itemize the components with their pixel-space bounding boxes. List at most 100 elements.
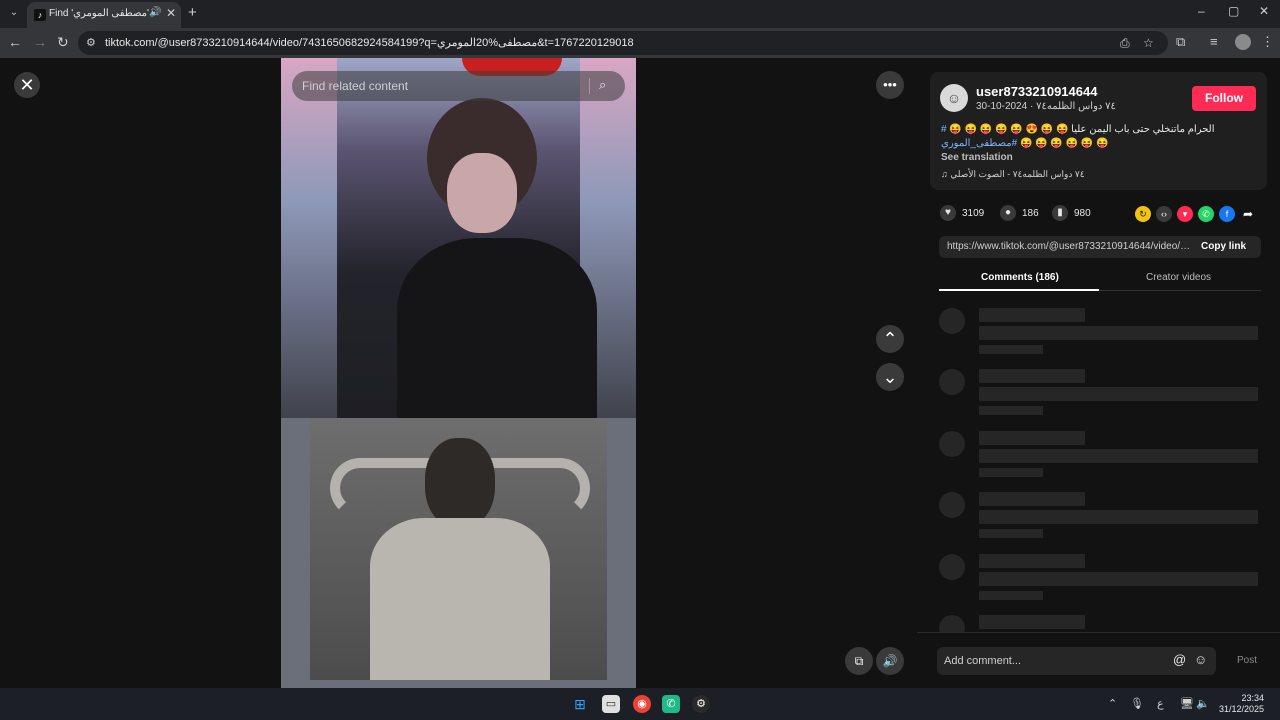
- comment-count: 186: [1022, 208, 1039, 219]
- comment-field[interactable]: @ ☺: [937, 647, 1216, 675]
- tab-close-icon[interactable]: ✕: [166, 6, 176, 20]
- see-translation-link[interactable]: See translation: [941, 152, 1013, 163]
- media-control-icon[interactable]: ≡: [1210, 34, 1218, 49]
- like-button[interactable]: ♥ 3109: [940, 204, 984, 224]
- man-body: [370, 518, 550, 680]
- skeleton-line: [979, 387, 1258, 401]
- like-count: 3109: [962, 208, 985, 219]
- video-info-card: ☺ user8733210914644 ٧٤ دواس الظلمه٧٤ · 2…: [930, 72, 1267, 190]
- music-link[interactable]: ♫ ٧٤ دواس الظلمه٧٤ - الصوت الأصلي: [941, 169, 1085, 180]
- video-link-url[interactable]: https://www.tiktok.com/@user873321091464…: [947, 241, 1192, 252]
- skeleton-avatar: [939, 554, 965, 580]
- follow-button[interactable]: Follow: [1192, 86, 1256, 111]
- skeleton-line: [979, 345, 1043, 354]
- previous-video-icon[interactable]: ⌃: [876, 325, 904, 353]
- whatsapp-icon[interactable]: ✆: [1198, 206, 1214, 222]
- hashtag-link[interactable]: #: [941, 124, 947, 135]
- minimize-button[interactable]: –: [1198, 4, 1205, 18]
- microphone-icon[interactable]: 🎙: [1130, 697, 1144, 710]
- caption-line-2: 😝 😝 😝 😝 😝 😝 #مصطفى_الموري: [941, 137, 1259, 151]
- more-options-icon[interactable]: •••: [876, 71, 904, 99]
- video-frame-bottom: [310, 418, 607, 680]
- bookmark-star-icon[interactable]: ☆: [1143, 36, 1154, 50]
- url-text[interactable]: tiktok.com/@user8733210914644/video/7431…: [105, 36, 634, 49]
- whatsapp-app-icon[interactable]: ✆: [662, 695, 680, 713]
- repost-icon[interactable]: ↻: [1135, 206, 1151, 222]
- restore-button[interactable]: ▢: [1228, 4, 1239, 18]
- site-info-icon[interactable]: ⚙: [86, 36, 96, 49]
- tab-comments[interactable]: Comments (186): [981, 272, 1059, 283]
- comment-input[interactable]: [944, 654, 1164, 668]
- embed-icon[interactable]: ‹›: [1156, 206, 1172, 222]
- search-input[interactable]: [302, 77, 582, 95]
- send-icon[interactable]: ▾: [1177, 206, 1193, 222]
- address-bar[interactable]: ⚙ tiktok.com/@user8733210914644/video/74…: [78, 31, 1168, 55]
- browser-tab-bar: ⌄ ♪ Find 'مصطفى المومري' on 🔊 ✕ + – ▢ ✕: [0, 0, 1280, 28]
- video-link-box: https://www.tiktok.com/@user873321091464…: [939, 236, 1261, 258]
- caption-line-2-text: 😝 😝 😝 😝 😝 😝: [1019, 138, 1109, 149]
- profile-avatar[interactable]: [1235, 34, 1251, 50]
- taskbar-clock[interactable]: 23:34 31/12/2025: [1214, 693, 1264, 715]
- copy-link-button[interactable]: Copy link: [1201, 241, 1246, 252]
- caption-line-1: الحرام ماتنخلي حتى باب اليمن عليا 😝 😝 😍 …: [941, 123, 1259, 137]
- close-window-button[interactable]: ✕: [1259, 4, 1269, 18]
- network-icon[interactable]: 🖥: [1180, 697, 1194, 710]
- facebook-icon[interactable]: f: [1219, 206, 1235, 222]
- video-frame-center: [337, 58, 597, 418]
- skeleton-line: [979, 554, 1085, 568]
- person-torso: [397, 238, 597, 418]
- skeleton-line: [979, 591, 1043, 600]
- emoji-icon[interactable]: ☺: [1194, 652, 1207, 667]
- skeleton-line: [979, 510, 1258, 524]
- close-icon[interactable]: ✕: [14, 72, 40, 98]
- comment-skeleton: [939, 369, 1261, 419]
- active-tab-indicator: [939, 289, 1099, 291]
- browser-tab[interactable]: ♪ Find 'مصطفى المومري' on 🔊 ✕: [27, 2, 181, 28]
- tab-search-chevron-icon[interactable]: ⌄: [6, 5, 22, 21]
- install-app-icon[interactable]: ⎙: [1120, 36, 1130, 51]
- windows-start-icon[interactable]: ⊞: [571, 695, 589, 713]
- steam-icon[interactable]: ⚙: [692, 695, 710, 713]
- comment-button[interactable]: ● 186: [1000, 204, 1039, 224]
- author-avatar[interactable]: ☺: [940, 84, 968, 112]
- tray-overflow-icon[interactable]: ⌃: [1108, 697, 1117, 710]
- author-username[interactable]: user8733210914644: [976, 84, 1097, 99]
- save-button[interactable]: ▮ 980: [1052, 204, 1091, 224]
- reload-icon[interactable]: ↻: [57, 34, 69, 51]
- skeleton-line: [979, 492, 1085, 506]
- skeleton-avatar: [939, 308, 965, 334]
- author-subline: ٧٤ دواس الظلمه٧٤ · 2024-10-30: [976, 101, 1116, 112]
- skeleton-avatar: [939, 492, 965, 518]
- next-video-icon[interactable]: ⌄: [876, 363, 904, 391]
- forward-icon[interactable]: →: [33, 34, 47, 50]
- tab-creator-videos[interactable]: Creator videos: [1146, 272, 1211, 283]
- skeleton-line: [979, 572, 1258, 586]
- new-tab-button[interactable]: +: [188, 4, 197, 21]
- os-taskbar: ⊞ ▭ ◉ ✆ ⚙ ⌃ 🎙 ع 🖥 🔈 23:34 31/12/2025: [0, 688, 1280, 720]
- browser-toolbar: ← → ↻ ⚙ tiktok.com/@user8733210914644/vi…: [0, 28, 1280, 58]
- post-button[interactable]: Post: [1237, 655, 1257, 666]
- speaker-icon[interactable]: 🔈: [1196, 697, 1210, 710]
- skeleton-line: [979, 529, 1043, 538]
- comment-skeleton: [939, 308, 1261, 358]
- input-language[interactable]: ع: [1157, 697, 1164, 710]
- comment-skeleton: [939, 615, 1261, 632]
- tab-audio-icon[interactable]: 🔊: [149, 7, 161, 18]
- skeleton-line: [979, 431, 1085, 445]
- menu-icon[interactable]: ⋮: [1261, 34, 1274, 50]
- chrome-icon[interactable]: ◉: [633, 695, 651, 713]
- extensions-icon[interactable]: ⧉: [1176, 34, 1185, 50]
- share-icon[interactable]: ➦: [1240, 206, 1256, 222]
- mention-icon[interactable]: @: [1173, 652, 1186, 667]
- floating-player-icon[interactable]: ⧉: [845, 647, 873, 675]
- skeleton-line: [979, 369, 1085, 383]
- hashtag-link[interactable]: #مصطفى_الموري: [941, 138, 1017, 149]
- bookmark-icon: ▮: [1052, 205, 1068, 222]
- comment-skeleton: [939, 492, 1261, 542]
- video-player[interactable]: [281, 58, 636, 688]
- comment-skeleton: [939, 431, 1261, 481]
- file-explorer-icon[interactable]: ▭: [602, 695, 620, 713]
- back-icon[interactable]: ←: [8, 34, 22, 50]
- volume-icon[interactable]: 🔊: [876, 647, 904, 675]
- search-icon[interactable]: ⌕: [599, 77, 606, 93]
